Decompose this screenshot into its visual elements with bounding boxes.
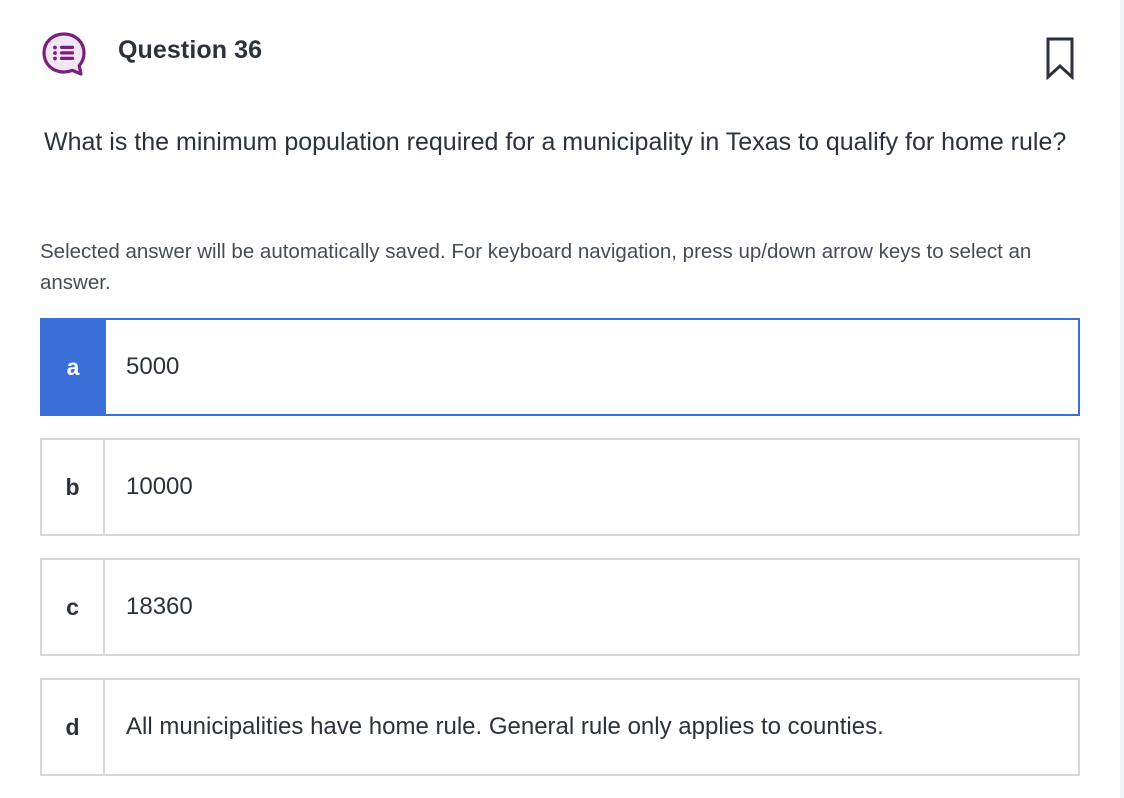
- page-edge: [1120, 0, 1124, 798]
- question-list-icon: [40, 30, 88, 78]
- answer-option-b[interactable]: b 10000: [40, 438, 1080, 536]
- instructions-text: Selected answer will be automatically sa…: [40, 240, 1032, 294]
- answer-options: a 5000 b 10000 c 18360 d All municipalit…: [40, 318, 1080, 798]
- question-card: Question 36 What is the minimum populati…: [0, 0, 1120, 798]
- answer-option-c[interactable]: c 18360: [40, 558, 1080, 656]
- answer-option-a[interactable]: a 5000: [40, 318, 1080, 416]
- option-text: 10000: [126, 473, 193, 500]
- option-letter: b: [42, 440, 105, 534]
- answer-option-d[interactable]: d All municipalities have home rule. Gen…: [40, 678, 1080, 776]
- option-text: 18360: [126, 593, 193, 620]
- option-letter: c: [42, 560, 105, 654]
- option-letter: a: [42, 320, 106, 414]
- question-text: What is the minimum population required …: [44, 128, 1067, 156]
- question-title: Question 36: [118, 36, 263, 64]
- question-header: Question 36: [40, 30, 1080, 81]
- bookmark-icon[interactable]: [1040, 36, 1080, 81]
- option-text: All municipalities have home rule. Gener…: [126, 713, 884, 740]
- option-text: 5000: [126, 353, 180, 380]
- option-letter: d: [42, 680, 105, 774]
